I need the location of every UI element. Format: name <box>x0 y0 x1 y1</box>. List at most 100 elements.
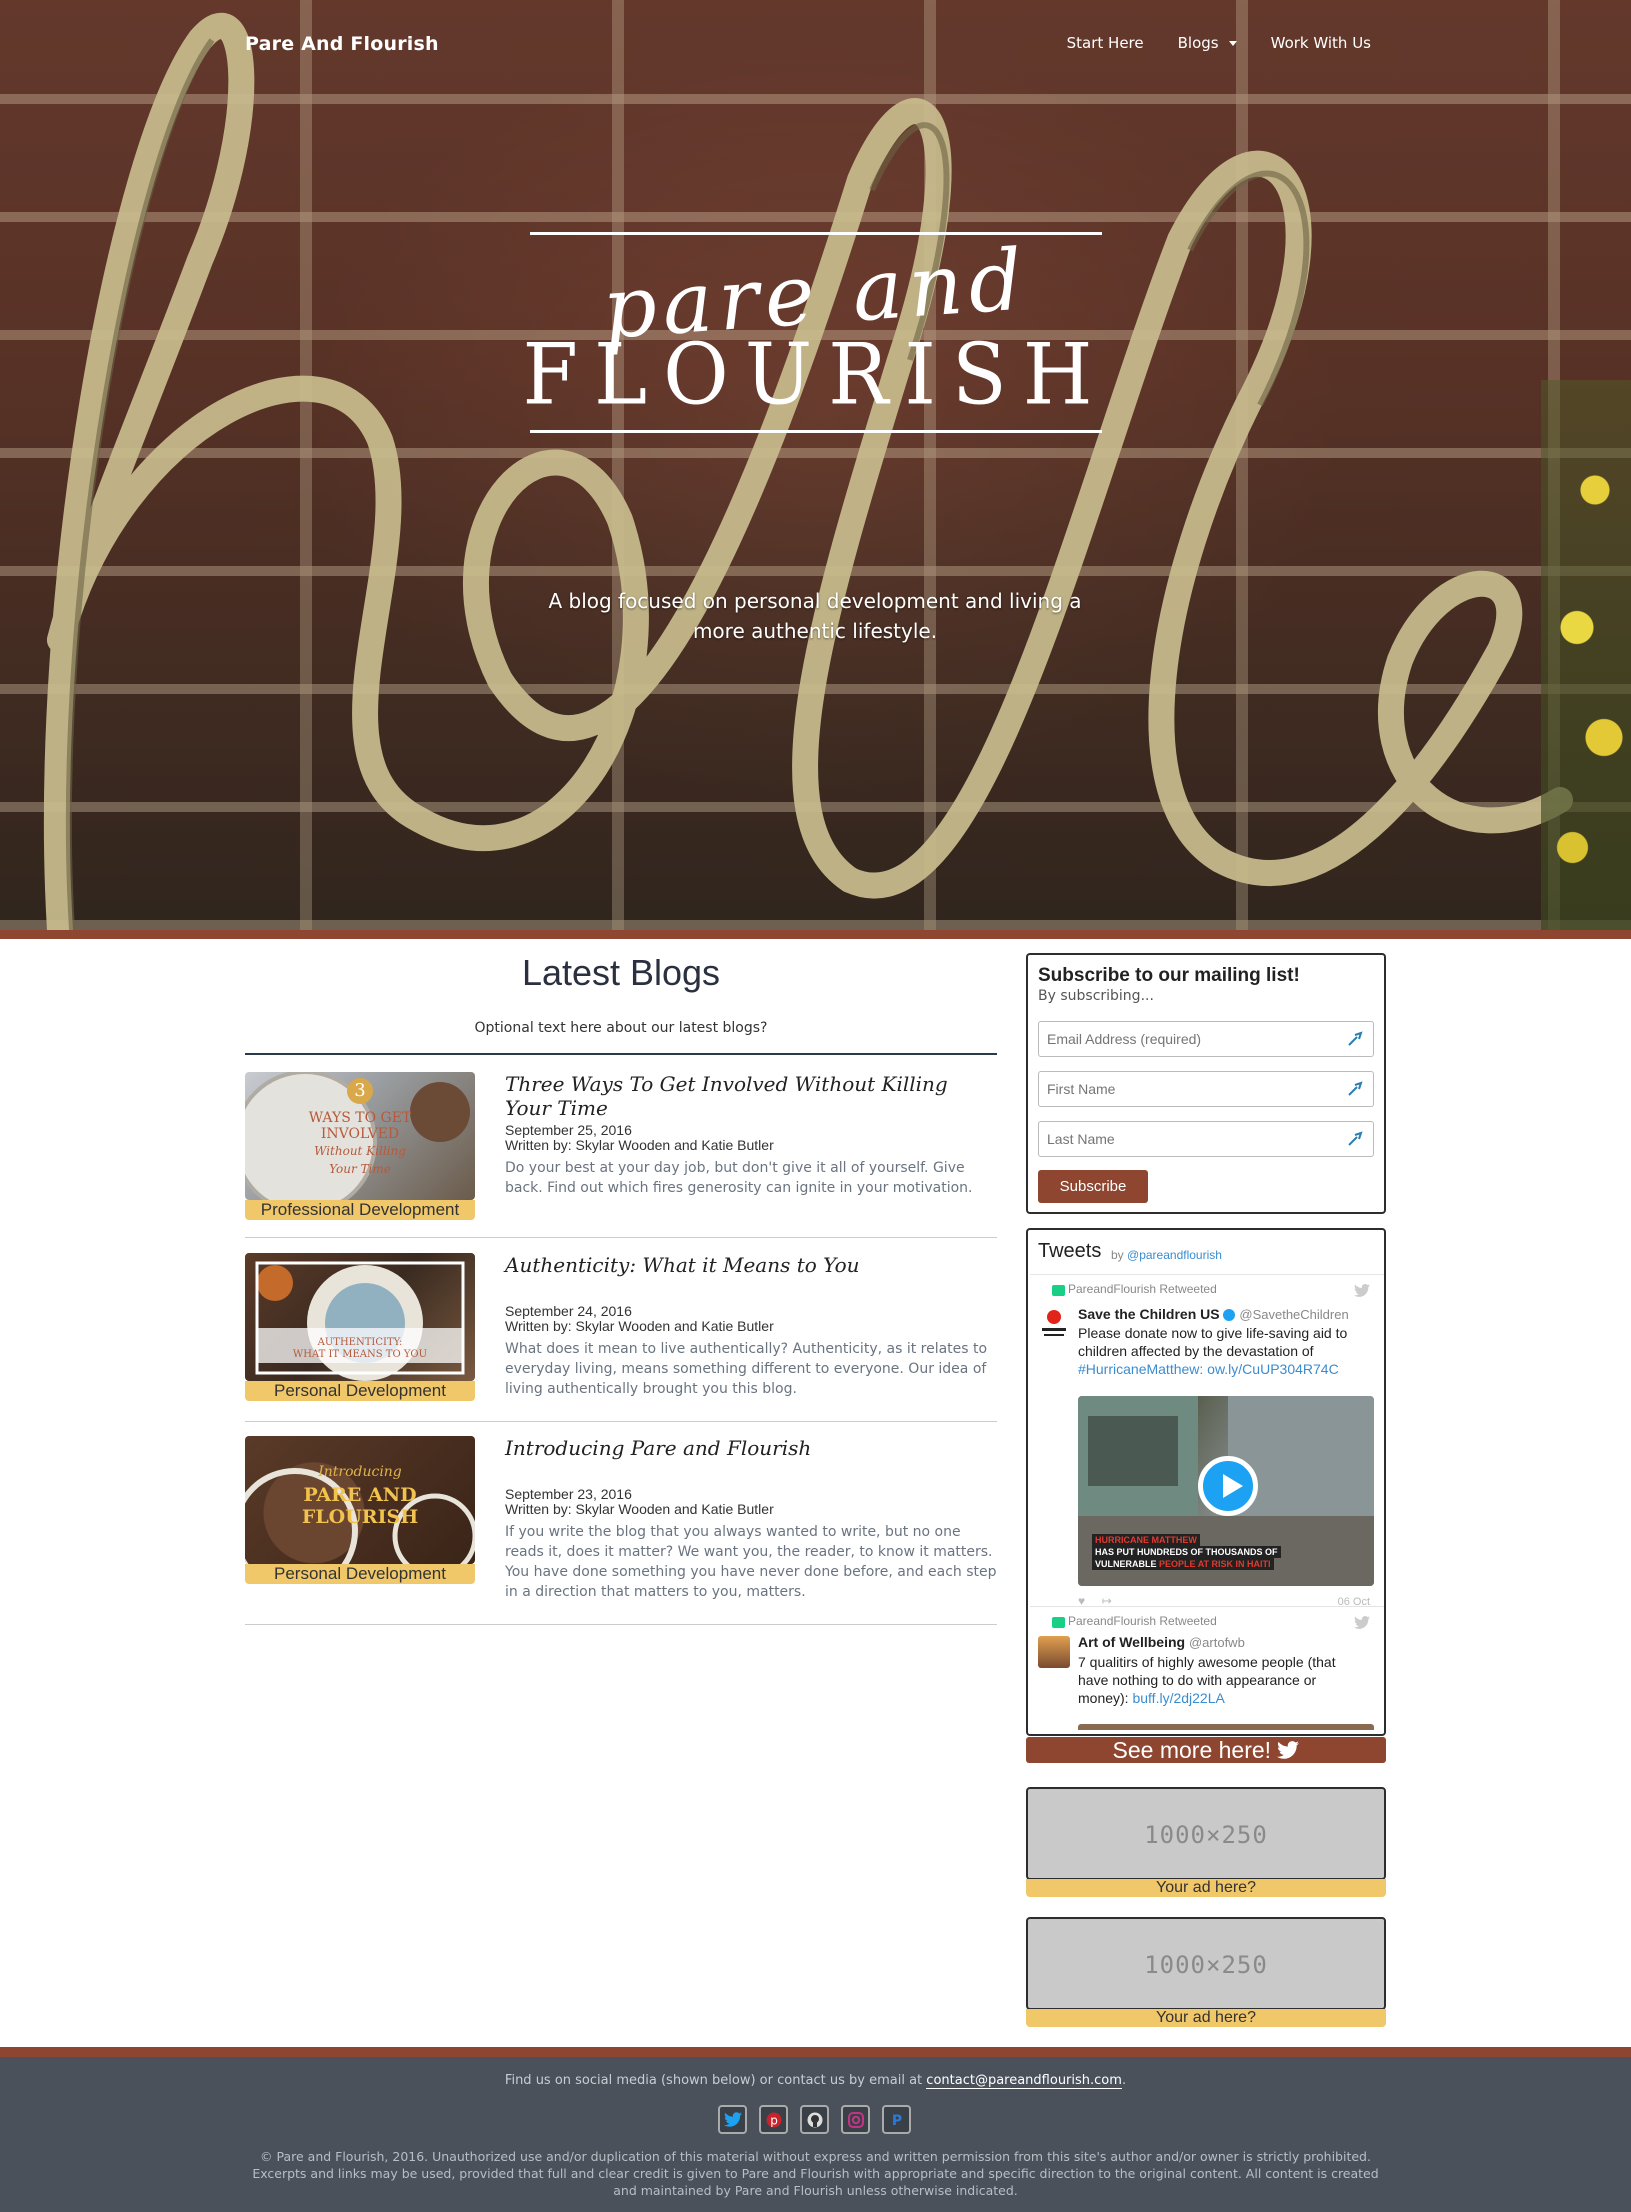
tweet-link[interactable]: buff.ly/2dj22LA <box>1132 1690 1224 1706</box>
tweets-by-label: by <box>1111 1248 1124 1262</box>
play-icon[interactable] <box>1198 1456 1258 1516</box>
category-badge[interactable]: Personal Development <box>245 1564 475 1584</box>
post-title[interactable]: Introducing Pare and Flourish <box>505 1436 811 1460</box>
plate-image <box>255 1261 465 1381</box>
instagram-icon[interactable] <box>841 2105 870 2134</box>
autofill-icon <box>1348 1081 1363 1096</box>
tweets-header-divider <box>1030 1274 1384 1275</box>
ad-label[interactable]: Your ad here? <box>1026 1879 1386 1897</box>
thumb-text: Introducing <box>318 1464 402 1480</box>
subscribe-button[interactable]: Subscribe <box>1038 1170 1148 1203</box>
subscribe-card: Subscribe to our mailing list! By subscr… <box>1026 953 1386 1214</box>
tweet-handle: @SavetheChildren <box>1239 1307 1349 1322</box>
logo-caps-text: FLOURISH <box>522 325 1109 424</box>
thumb-text: INVOLVED <box>320 1126 400 1142</box>
category-badge[interactable]: Professional Development <box>245 1200 475 1220</box>
post-author: Written by: Skylar Wooden and Katie Butl… <box>505 1137 774 1153</box>
tweet-hashtag[interactable]: #HurricaneMatthew: <box>1078 1361 1203 1377</box>
twitter-icon[interactable] <box>718 2105 747 2134</box>
nav-start-here[interactable]: Start Here <box>1067 34 1144 52</box>
post-excerpt: What does it mean to live authentically?… <box>505 1341 988 1397</box>
tweet-body: Please donate now to give life-saving ai… <box>1078 1325 1348 1359</box>
email-input[interactable] <box>1039 1022 1339 1056</box>
blog-post-3: Introducing PARE AND FLOURISH Personal D… <box>245 1436 997 1616</box>
tweet-author[interactable]: Art of Wellbeing @artofwb <box>1078 1634 1245 1650</box>
thumb-text: WAYS TO GET <box>308 1110 412 1126</box>
last-name-input[interactable] <box>1039 1122 1339 1156</box>
video-caption-line: VULNERABLE <box>1095 1559 1157 1569</box>
nav-blogs-label: Blogs <box>1177 34 1219 52</box>
pinterest-icon[interactable]: p <box>759 2105 788 2134</box>
ad-label[interactable]: Your ad here? <box>1026 2009 1386 2027</box>
see-more-tweets-button[interactable]: See more here! <box>1026 1737 1386 1763</box>
ad-dimensions: 1000×250 <box>1144 1951 1268 1979</box>
post-title[interactable]: Authenticity: What it Means to You <box>505 1253 860 1277</box>
twitter-bird-icon[interactable] <box>1354 1284 1370 1297</box>
caret-down-icon <box>1228 40 1237 46</box>
email-field[interactable] <box>1038 1021 1374 1057</box>
post-date: September 25, 2016 <box>505 1122 632 1138</box>
latest-blogs-subtitle: Optional text here about our latest blog… <box>474 1020 768 1036</box>
post-author: Written by: Skylar Wooden and Katie Butl… <box>505 1318 774 1334</box>
tweets-handle-link[interactable]: @pareandflourish <box>1127 1248 1222 1262</box>
video-caption: HURRICANE MATTHEW <box>1092 1534 1200 1546</box>
tweet-video[interactable]: HURRICANE MATTHEW HAS PUT HUNDREDS OF TH… <box>1078 1396 1374 1586</box>
post-title[interactable]: Three Ways To Get Involved Without Killi… <box>505 1072 997 1120</box>
tweet-author-name: Save the Children US <box>1078 1306 1220 1322</box>
last-name-field[interactable] <box>1038 1121 1374 1157</box>
category-badge[interactable]: Personal Development <box>245 1381 475 1401</box>
github-icon[interactable] <box>800 2105 829 2134</box>
footer-contact: Find us on social media (shown below) or… <box>0 2073 1631 2089</box>
nav-work-with-us[interactable]: Work With Us <box>1271 34 1371 52</box>
video-caption-line: PEOPLE AT RISK IN HAITI <box>1159 1559 1271 1569</box>
nav-blogs-dropdown[interactable]: Blogs <box>1178 34 1237 52</box>
thumb-number: 3 <box>347 1078 373 1104</box>
subscribe-title: Subscribe to our mailing list! <box>1038 965 1300 986</box>
first-name-field[interactable] <box>1038 1071 1374 1107</box>
ad-placeholder[interactable]: 1000×250 <box>1026 1787 1386 1880</box>
post-thumbnail[interactable]: Introducing PARE AND FLOURISH <box>245 1436 475 1564</box>
thumb-text: Without Killing <box>314 1144 406 1158</box>
tweet-link[interactable]: ow.ly/CuUP304R74C <box>1207 1361 1339 1377</box>
video-caption-line: HAS PUT HUNDREDS OF THOUSANDS OF <box>1095 1547 1278 1557</box>
tweet-image-preview[interactable] <box>1078 1724 1374 1730</box>
ad-dimensions: 1000×250 <box>1144 1821 1268 1849</box>
video-caption: HAS PUT HUNDREDS OF THOUSANDS OF <box>1092 1546 1281 1558</box>
top-nav: Start Here Blogs Work With Us <box>1067 34 1371 52</box>
tweet-text: 7 qualitirs of highly awesome people (th… <box>1078 1653 1368 1707</box>
tweets-card: Tweets by @pareandflourish PareandFlouri… <box>1026 1228 1386 1736</box>
autofill-icon <box>1348 1131 1363 1146</box>
tweet-item: PareandFlourish Retweeted Save the Child… <box>1038 1282 1374 1612</box>
hero-banner: Pare And Flourish Start Here Blogs Work … <box>0 0 1631 930</box>
tweet-text: Please donate now to give life-saving ai… <box>1078 1324 1368 1378</box>
post-divider <box>245 1421 997 1422</box>
twitter-bird-icon[interactable] <box>1354 1616 1370 1629</box>
blog-post-1: 3 WAYS TO GET INVOLVED Without Killing Y… <box>245 1072 997 1232</box>
post-date: September 23, 2016 <box>505 1486 632 1502</box>
retweet-icon <box>1052 1617 1065 1628</box>
tweet-author-name: Art of Wellbeing <box>1078 1634 1186 1650</box>
twitter-bird-icon <box>1277 1741 1300 1759</box>
avatar[interactable] <box>1038 1636 1070 1668</box>
post-thumbnail[interactable]: 3 WAYS TO GET INVOLVED Without Killing Y… <box>245 1072 475 1200</box>
thumb-text: AUTHENTICITY: <box>317 1337 403 1348</box>
footer-email-link[interactable]: contact@pareandflourish.com <box>926 2073 1122 2089</box>
avatar[interactable] <box>1038 1308 1070 1340</box>
ad-placeholder[interactable]: 1000×250 <box>1026 1917 1386 2010</box>
post-date: September 24, 2016 <box>505 1303 632 1319</box>
hello-sculpture-image <box>43 12 1573 930</box>
paypal-icon[interactable]: P <box>882 2105 911 2134</box>
thumb-text: FLOURISH <box>301 1506 419 1528</box>
nav-brand[interactable]: Pare And Flourish <box>245 33 439 55</box>
video-caption-line: HURRICANE MATTHEW <box>1095 1535 1197 1545</box>
footer-contact-text: Find us on social media (shown below) or… <box>504 2073 923 2088</box>
first-name-input[interactable] <box>1039 1072 1339 1106</box>
tweets-title: Tweets <box>1038 1240 1102 1262</box>
footer-contact-suffix: . <box>1121 2073 1127 2088</box>
post-author: Written by: Skylar Wooden and Katie Butl… <box>505 1501 774 1517</box>
flowers-decoration <box>1541 380 1631 930</box>
tweet-author[interactable]: Save the Children US @SavetheChildren <box>1078 1306 1349 1322</box>
footer-legal-text: © Pare and Flourish, 2016. Unauthorized … <box>252 2149 1379 2198</box>
post-thumbnail[interactable]: AUTHENTICITY: WHAT IT MEANS TO YOU <box>245 1253 475 1381</box>
tweet-divider <box>1030 1606 1384 1607</box>
